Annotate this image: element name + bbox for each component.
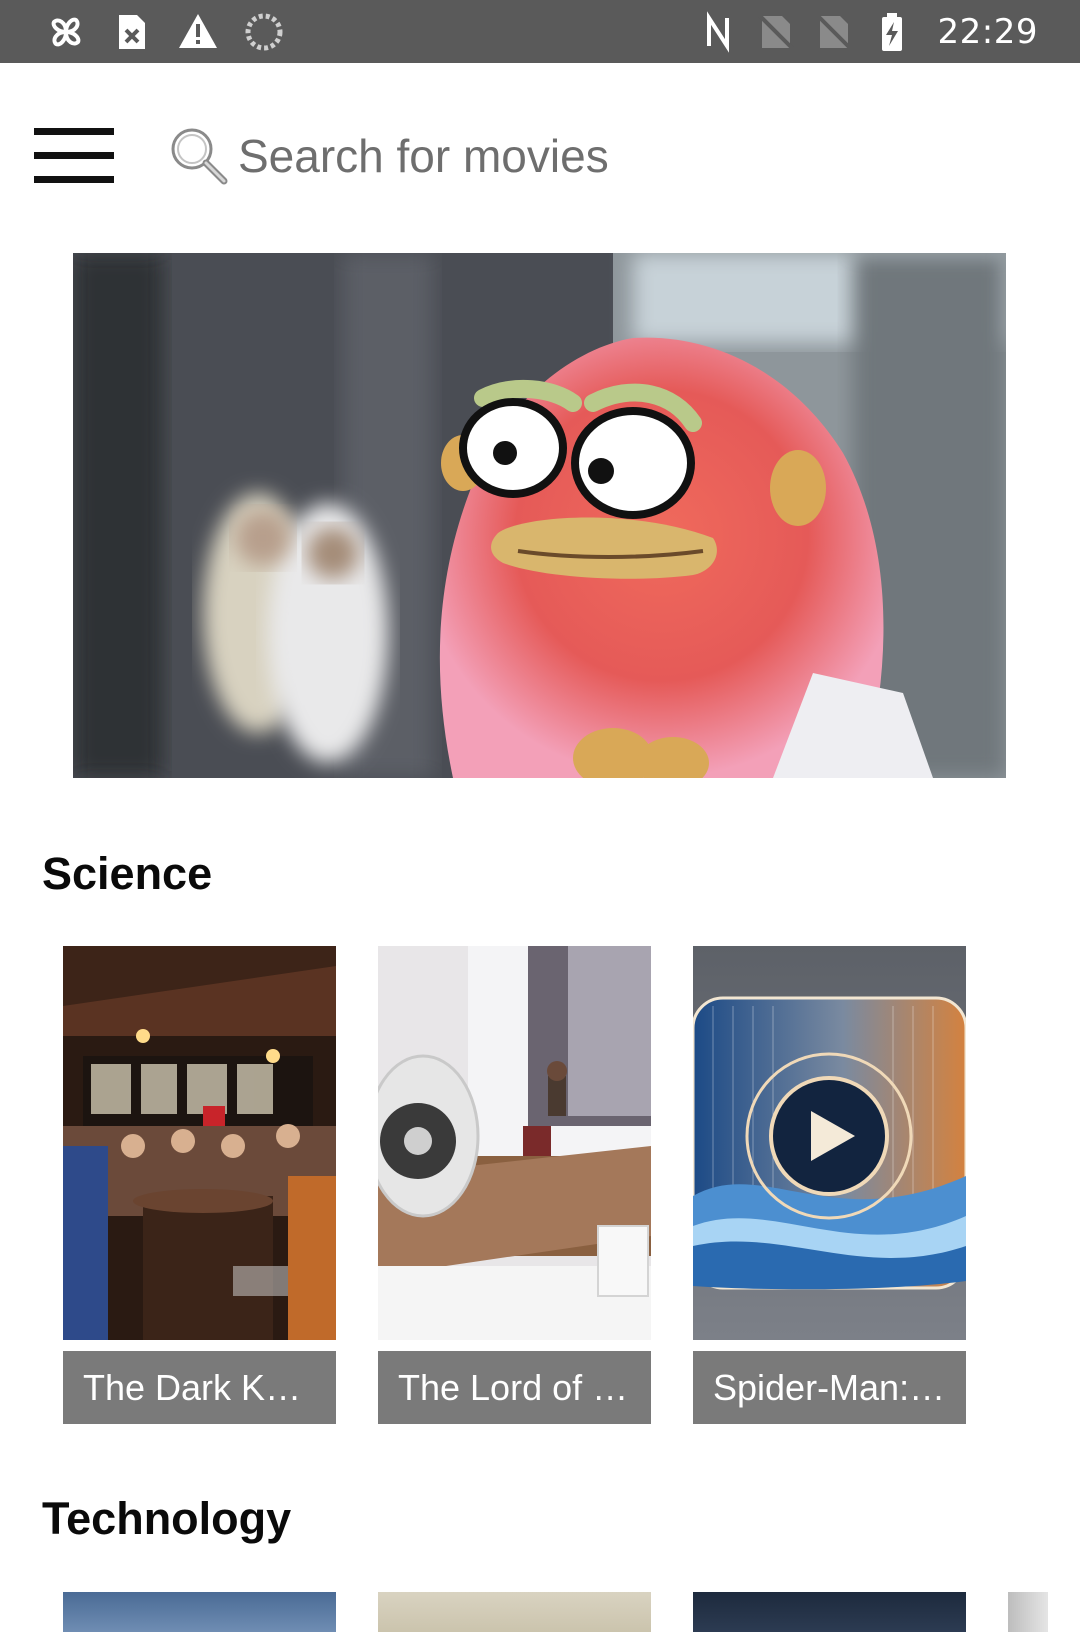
search-placeholder: Search for movies	[238, 130, 609, 182]
movie-card[interactable]	[63, 1592, 336, 1632]
battery-charging-icon	[881, 12, 902, 51]
status-bar-system: 22:29	[696, 0, 1038, 63]
hamburger-menu-icon[interactable]	[34, 128, 114, 184]
city-skyline-photo	[63, 1592, 336, 1632]
sim-error-icon	[119, 14, 145, 49]
dark-blue-photo	[693, 1592, 966, 1632]
movie-thumbnail	[378, 946, 651, 1340]
no-sim-icon	[757, 13, 794, 50]
status-bar: 22:29	[0, 0, 1080, 63]
section-title-science: Science	[42, 848, 213, 899]
crowded-bar-photo	[63, 946, 336, 1340]
movie-card[interactable]: Spider-Man: ...	[693, 946, 966, 1424]
technology-row	[63, 1592, 1080, 1632]
movie-thumbnail	[63, 946, 336, 1340]
nfc-icon	[706, 10, 729, 53]
movie-title: The Dark Kni...	[63, 1351, 336, 1424]
movie-title: The Lord of t...	[378, 1351, 651, 1424]
pinwheel-icon	[51, 17, 81, 46]
loading-icon	[245, 13, 283, 50]
clock: 22:29	[937, 11, 1038, 52]
hero-banner[interactable]	[73, 253, 1006, 778]
science-row: The Dark Kni... The Lord of t... Spider-…	[63, 946, 1080, 1426]
desk-speaker-photo	[378, 946, 651, 1340]
grey-partial-photo	[1008, 1592, 1048, 1632]
status-bar-notifications	[44, 0, 286, 63]
section-title-technology: Technology	[42, 1493, 292, 1544]
pale-sky-photo	[378, 1592, 651, 1632]
movie-card[interactable]: The Lord of t...	[378, 946, 651, 1424]
movie-card[interactable]	[378, 1592, 651, 1632]
movie-title: Spider-Man: ...	[693, 1351, 966, 1424]
no-sim-icon	[815, 13, 852, 50]
warning-icon	[179, 13, 217, 48]
movie-thumbnail	[693, 946, 966, 1340]
puppet-hero-image	[73, 253, 1006, 778]
search-input[interactable]: Search for movies	[166, 123, 866, 189]
movie-card[interactable]	[1008, 1592, 1048, 1632]
app-bar: Search for movies	[0, 63, 1080, 253]
movie-card[interactable]: The Dark Kni...	[63, 946, 336, 1424]
play-button-wave-art	[693, 946, 966, 1340]
search-icon	[171, 128, 228, 185]
movie-card[interactable]	[693, 1592, 966, 1632]
